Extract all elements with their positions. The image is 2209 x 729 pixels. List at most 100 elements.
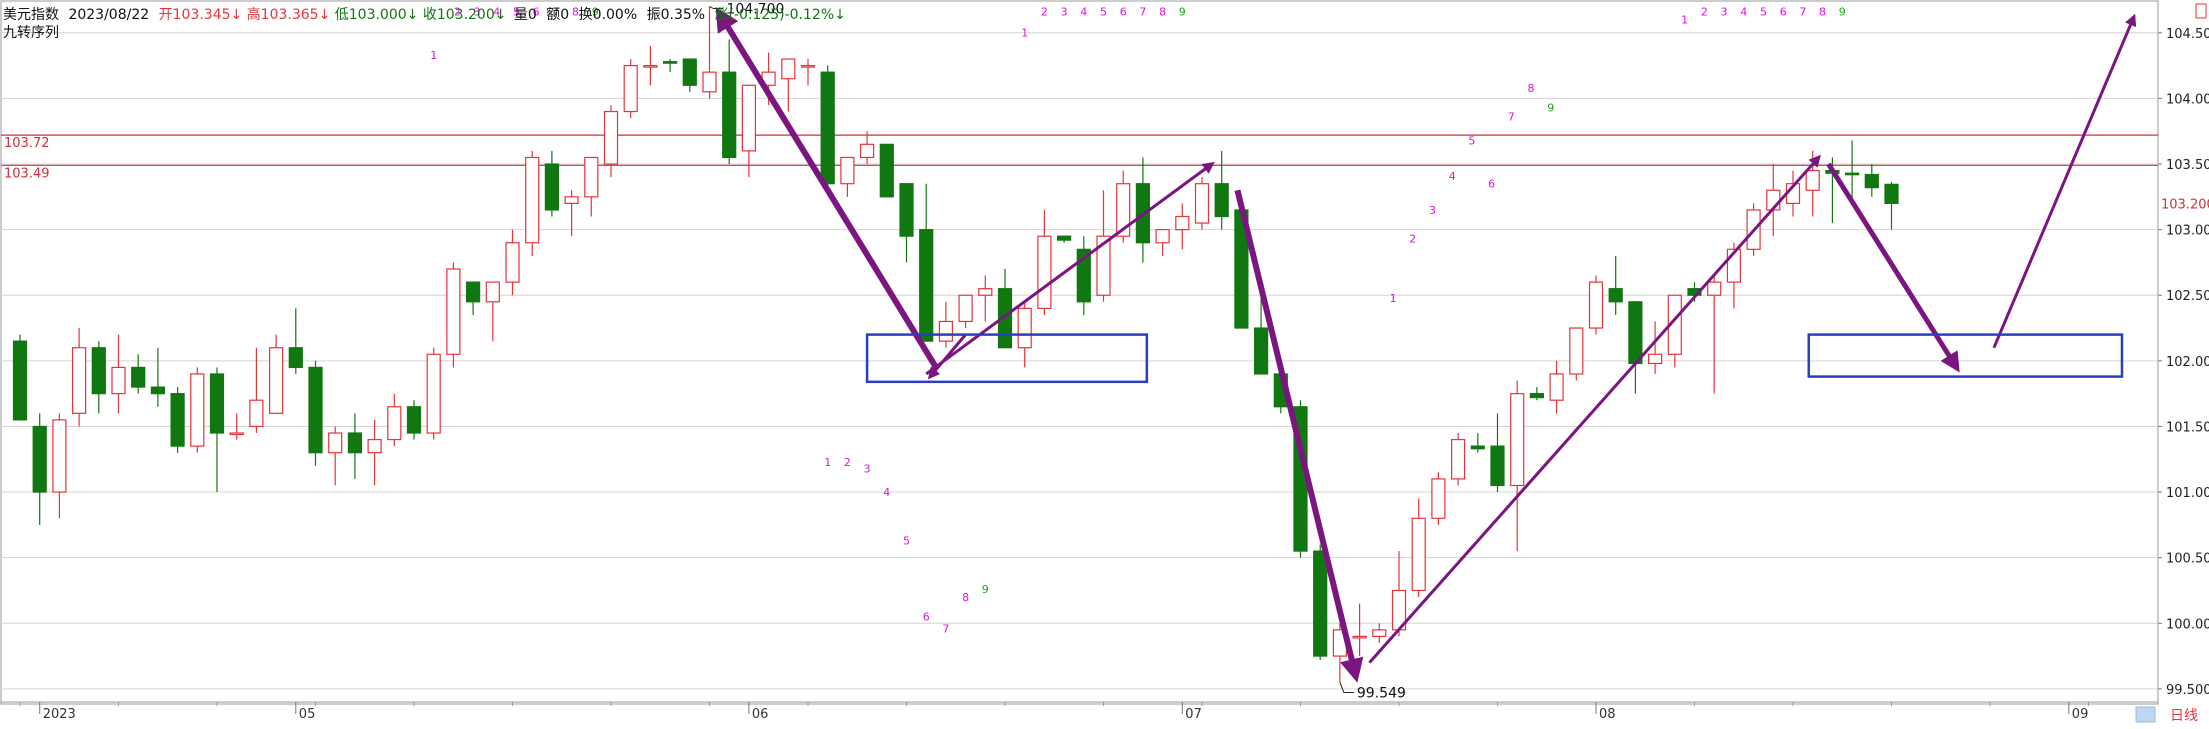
candle-body	[1037, 235, 1052, 309]
sequence-mark: 1	[824, 456, 831, 469]
extreme-leader-line	[1339, 682, 1354, 693]
candle	[623, 59, 638, 119]
candle	[662, 59, 678, 73]
sequence-mark: 9	[1839, 6, 1846, 19]
y-tick-label: 103.500	[2166, 158, 2209, 173]
candle	[446, 262, 461, 368]
candle	[525, 150, 540, 256]
candle	[32, 413, 47, 525]
sequence-mark: 6	[1780, 6, 1787, 19]
last-price-label: 103.200	[2161, 197, 2209, 212]
candle-body	[643, 65, 658, 68]
chart-window: 103.72 103.49 123456789123456789123456789…	[0, 0, 2209, 725]
candle	[1707, 275, 1722, 394]
candle	[1569, 327, 1584, 381]
sequence-mark: 2	[1701, 6, 1708, 19]
candle	[1076, 236, 1091, 315]
candle-body	[781, 58, 796, 80]
sequence-mark: 2	[1041, 6, 1048, 19]
plot-frame	[0, 0, 2159, 705]
candle-body	[722, 71, 737, 159]
candle-body	[111, 366, 126, 395]
sequence-mark: 7	[942, 622, 949, 635]
candle	[308, 360, 323, 466]
sequence-mark: 3	[1061, 6, 1068, 19]
sequence-mark: 8	[1159, 6, 1166, 19]
candle	[1608, 255, 1623, 315]
candle-body	[190, 373, 205, 447]
period-label[interactable]: 日线	[2170, 708, 2198, 724]
y-tick-label: 104.000	[2166, 92, 2209, 107]
scroll-handle[interactable]	[2135, 706, 2156, 723]
candle	[1450, 433, 1466, 486]
candle	[919, 183, 934, 342]
candle	[1864, 164, 1879, 197]
candle-body	[209, 373, 225, 434]
candle	[899, 183, 914, 263]
y-tick-label: 100.000	[2166, 617, 2209, 632]
candle-body	[1214, 183, 1229, 218]
candle-body	[466, 281, 481, 303]
candle-body	[820, 71, 835, 185]
candle-body	[170, 393, 185, 447]
candle	[781, 58, 796, 112]
candle-body	[229, 432, 244, 436]
candle-body	[288, 347, 303, 369]
sequence-mark: 9	[1547, 102, 1554, 115]
candle-body	[1628, 301, 1643, 365]
candle-body	[1017, 307, 1032, 349]
trend-annotations	[715, 6, 2137, 683]
candle	[584, 156, 599, 217]
candle	[1056, 235, 1072, 243]
candle	[209, 367, 225, 493]
candle-body	[1647, 353, 1663, 365]
candle-body	[1313, 550, 1328, 657]
candle	[426, 347, 441, 440]
candle-body	[1864, 173, 1879, 189]
candle	[387, 393, 402, 447]
candle	[1214, 150, 1229, 230]
y-tick-label: 104.500	[2166, 27, 2209, 42]
sequence-mark: 1	[430, 49, 437, 62]
candle	[820, 65, 835, 191]
candle-body	[544, 163, 560, 211]
candle	[1194, 177, 1210, 230]
instrument-name: 美元指数	[3, 7, 59, 23]
sequence-mark: 8	[962, 591, 969, 604]
candle-body	[1844, 172, 1860, 176]
low-value: 低103.000↓	[335, 7, 419, 23]
candle-body	[1056, 235, 1072, 241]
candle	[269, 334, 284, 414]
candle	[859, 131, 875, 165]
candle	[1766, 164, 1781, 237]
y-tick-label: 102.500	[2166, 289, 2209, 304]
candle-body	[1411, 517, 1426, 592]
amplitude-value: 振0.35%	[647, 7, 705, 23]
sequence-mark: 1	[1681, 14, 1688, 27]
candle	[505, 229, 520, 296]
amount-value: 额0	[546, 7, 569, 23]
trend-arrow	[1234, 189, 1364, 683]
candle-body	[1884, 183, 1899, 204]
close-value: 收103.200↓	[423, 7, 507, 23]
y-tick-label: 101.500	[2166, 420, 2209, 435]
candle-body	[662, 61, 678, 64]
sequence-mark: 5	[1100, 6, 1107, 19]
candle-body	[1569, 327, 1584, 375]
indicator-label: 九转序列	[3, 25, 59, 41]
corner-control[interactable]	[2195, 3, 2207, 19]
target-zone-box	[1807, 333, 2124, 378]
x-tick-label: 07	[1185, 707, 1202, 722]
candle-body	[505, 242, 520, 283]
sequence-mark: 7	[1508, 111, 1515, 124]
sequence-mark: 3	[1429, 204, 1436, 217]
candle-body	[387, 406, 402, 441]
candlestick-chart[interactable]: 103.72103.49 12 3 4 5 6 7 8 91 2345678912 3 4 5 6 7 8 9…	[0, 0, 2209, 725]
candle-body	[1450, 438, 1466, 480]
change-value: 涨(-0.125)-0.12%↓	[715, 7, 846, 23]
candle-body	[71, 347, 87, 414]
candle-body	[879, 143, 894, 198]
x-tick-label: 06	[752, 707, 769, 722]
x-tick-label: 08	[1599, 707, 1616, 722]
date-value: 2023/08/22	[68, 7, 149, 23]
